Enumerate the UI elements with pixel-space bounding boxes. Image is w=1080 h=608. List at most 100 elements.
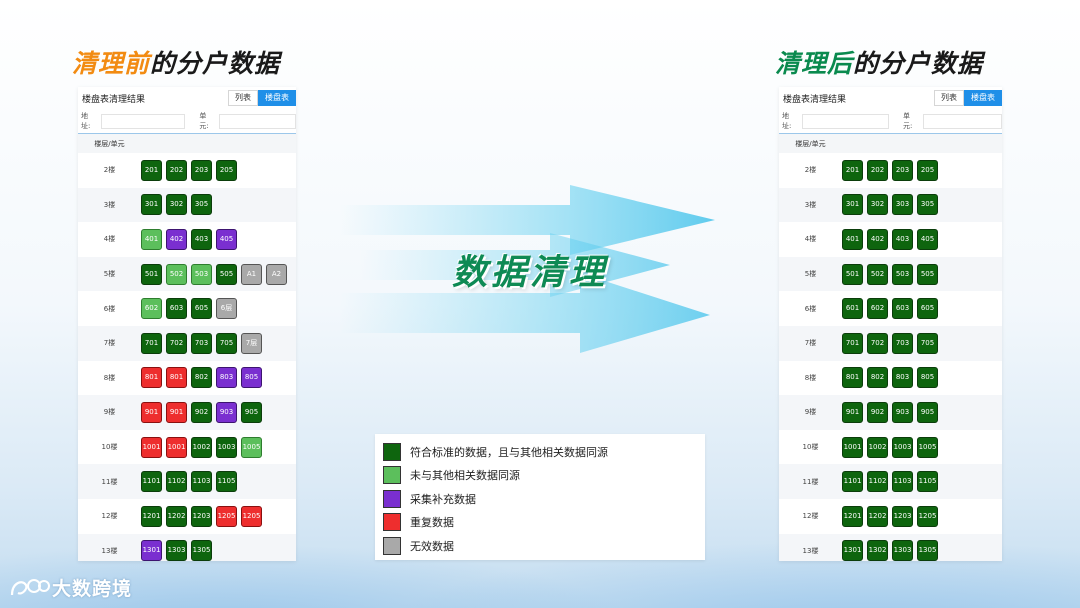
- unit-cell[interactable]: 501: [842, 263, 863, 285]
- unit-cell[interactable]: 803: [216, 367, 237, 389]
- unit-cell[interactable]: 901: [842, 401, 863, 423]
- unit-cell[interactable]: 1103: [892, 471, 913, 493]
- unit-cell[interactable]: 1202: [867, 505, 888, 527]
- unit-cell[interactable]: 1001: [166, 436, 187, 458]
- unit-cell[interactable]: 1203: [892, 505, 913, 527]
- unit-cell[interactable]: 602: [867, 298, 888, 320]
- unit-cell[interactable]: 305: [191, 194, 212, 216]
- unit-cell[interactable]: 605: [191, 298, 212, 320]
- unit-cell[interactable]: 1305: [191, 540, 212, 561]
- unit-cell[interactable]: 702: [166, 332, 187, 354]
- unit-cell[interactable]: 205: [216, 159, 237, 181]
- unit-cell[interactable]: 903: [892, 401, 913, 423]
- unit-cell[interactable]: 603: [166, 298, 187, 320]
- unit-cell[interactable]: 1003: [216, 436, 237, 458]
- unit-cell[interactable]: 1101: [141, 471, 162, 493]
- unit-cell[interactable]: 1105: [216, 471, 237, 493]
- unit-cell[interactable]: 1102: [166, 471, 187, 493]
- unit-cell[interactable]: 303: [892, 194, 913, 216]
- unit-cell[interactable]: 603: [892, 298, 913, 320]
- unit-cell[interactable]: 301: [141, 194, 162, 216]
- unit-cell[interactable]: 6层: [216, 298, 237, 320]
- unit-cell[interactable]: 401: [141, 228, 162, 250]
- unit-cell[interactable]: 1301: [842, 540, 863, 561]
- unit-cell[interactable]: 1201: [842, 505, 863, 527]
- unit-cell[interactable]: 701: [141, 332, 162, 354]
- unit-cell[interactable]: 1105: [917, 471, 938, 493]
- unit-cell[interactable]: 202: [166, 159, 187, 181]
- unit-cell[interactable]: 405: [917, 228, 938, 250]
- unit-cell[interactable]: 1001: [842, 436, 863, 458]
- unit-cell[interactable]: 703: [892, 332, 913, 354]
- unit-cell[interactable]: 705: [917, 332, 938, 354]
- unit-cell[interactable]: 402: [166, 228, 187, 250]
- unit-cell[interactable]: 1102: [867, 471, 888, 493]
- unit-cell[interactable]: A2: [266, 263, 287, 285]
- unit-cell[interactable]: 801: [166, 367, 187, 389]
- unit-cell[interactable]: 1103: [191, 471, 212, 493]
- unit-cell[interactable]: 902: [191, 401, 212, 423]
- unit-cell[interactable]: 803: [892, 367, 913, 389]
- unit-cell[interactable]: 903: [216, 401, 237, 423]
- unit-cell[interactable]: 901: [166, 401, 187, 423]
- unit-cell[interactable]: 401: [842, 228, 863, 250]
- unit-cell[interactable]: 505: [917, 263, 938, 285]
- unit-cell[interactable]: 801: [141, 367, 162, 389]
- unit-cell[interactable]: 201: [842, 159, 863, 181]
- unit-cell[interactable]: 1303: [892, 540, 913, 561]
- unit-cell[interactable]: 205: [917, 159, 938, 181]
- unit-cell[interactable]: 203: [191, 159, 212, 181]
- unit-cell[interactable]: 301: [842, 194, 863, 216]
- unit-cell[interactable]: 1305: [917, 540, 938, 561]
- unit-cell[interactable]: 1001: [141, 436, 162, 458]
- unit-cell[interactable]: 302: [867, 194, 888, 216]
- unit-cell[interactable]: 1205: [216, 505, 237, 527]
- tab-list[interactable]: 列表: [228, 90, 258, 106]
- unit-cell[interactable]: 1101: [842, 471, 863, 493]
- unit-cell[interactable]: 201: [141, 159, 162, 181]
- tab-list[interactable]: 列表: [934, 90, 964, 106]
- unit-cell[interactable]: 403: [892, 228, 913, 250]
- unit-cell[interactable]: 501: [141, 263, 162, 285]
- unit-cell[interactable]: 403: [191, 228, 212, 250]
- unit-cell[interactable]: 702: [867, 332, 888, 354]
- unit-cell[interactable]: 805: [241, 367, 262, 389]
- unit-cell[interactable]: 1005: [917, 436, 938, 458]
- unit-cell[interactable]: 1202: [166, 505, 187, 527]
- unit-cell[interactable]: 1203: [191, 505, 212, 527]
- tab-building-table[interactable]: 楼盘表: [964, 90, 1002, 106]
- unit-cell[interactable]: 802: [191, 367, 212, 389]
- unit-cell[interactable]: 901: [141, 401, 162, 423]
- unit-cell[interactable]: 703: [191, 332, 212, 354]
- unit-cell[interactable]: 1002: [191, 436, 212, 458]
- unit-cell[interactable]: 203: [892, 159, 913, 181]
- address-input[interactable]: [802, 113, 889, 129]
- unit-cell[interactable]: 801: [842, 367, 863, 389]
- tab-building-table[interactable]: 楼盘表: [258, 90, 296, 106]
- unit-cell[interactable]: 701: [842, 332, 863, 354]
- unit-cell[interactable]: 202: [867, 159, 888, 181]
- unit-cell[interactable]: 302: [166, 194, 187, 216]
- unit-cell[interactable]: 1301: [141, 540, 162, 561]
- unit-cell[interactable]: 405: [216, 228, 237, 250]
- unit-cell[interactable]: 601: [842, 298, 863, 320]
- address-input[interactable]: [100, 113, 186, 129]
- unit-cell[interactable]: 902: [867, 401, 888, 423]
- unit-cell[interactable]: 1005: [241, 436, 262, 458]
- unit-cell[interactable]: 805: [917, 367, 938, 389]
- unit-cell[interactable]: 305: [917, 194, 938, 216]
- unit-cell[interactable]: 1003: [892, 436, 913, 458]
- unit-cell[interactable]: 7层: [241, 332, 262, 354]
- unit-cell[interactable]: 1302: [867, 540, 888, 561]
- unit-cell[interactable]: 1205: [241, 505, 262, 527]
- unit-cell[interactable]: 503: [191, 263, 212, 285]
- unit-cell[interactable]: 602: [141, 298, 162, 320]
- unit-cell[interactable]: 505: [216, 263, 237, 285]
- unit-cell[interactable]: 905: [917, 401, 938, 423]
- unit-input[interactable]: [923, 113, 1002, 129]
- unit-cell[interactable]: 502: [166, 263, 187, 285]
- unit-cell[interactable]: 502: [867, 263, 888, 285]
- unit-cell[interactable]: 503: [892, 263, 913, 285]
- unit-cell[interactable]: 1201: [141, 505, 162, 527]
- unit-input[interactable]: [219, 113, 296, 129]
